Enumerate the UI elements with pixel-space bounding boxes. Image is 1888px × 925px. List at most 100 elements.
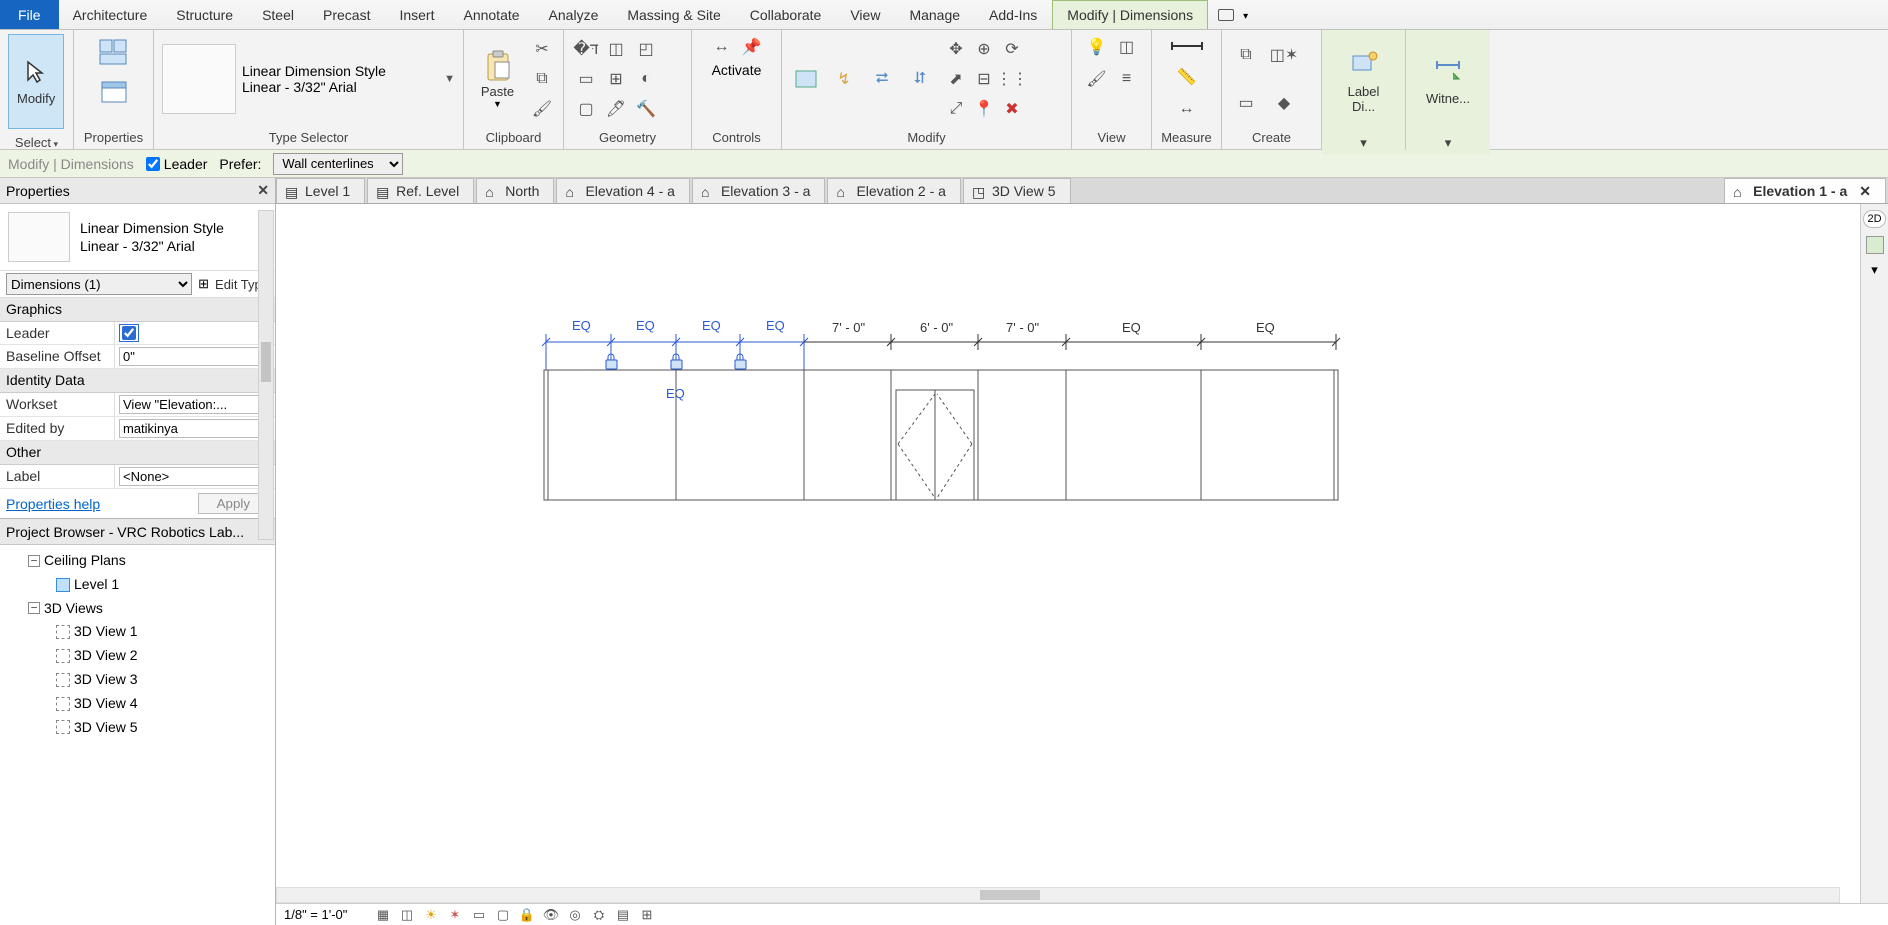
detail-level-icon[interactable]: ▦ — [374, 906, 392, 924]
lines-icon[interactable]: ≡ — [1114, 66, 1140, 92]
vtab-level1[interactable]: ▤Level 1 — [276, 178, 365, 203]
panel-labeldim-dd[interactable]: ▾ — [1360, 135, 1367, 150]
vtab-elev2[interactable]: ⌂Elevation 2 - a — [827, 178, 961, 203]
vtab-north[interactable]: ⌂North — [476, 178, 554, 203]
delete-icon[interactable]: ✖ — [998, 95, 1026, 123]
create-similar-icon[interactable]: ⧉ — [1230, 39, 1262, 71]
lock3d-icon[interactable]: 🔒 — [518, 906, 536, 924]
reveal-icon[interactable]: ◎ — [566, 906, 584, 924]
prop-baseline-input[interactable] — [119, 347, 271, 366]
nav-wheel-icon[interactable] — [1866, 236, 1884, 254]
properties-close[interactable]: ✕ — [257, 182, 269, 199]
bulb-icon[interactable]: 💡 — [1084, 34, 1110, 60]
temp-hide-icon[interactable]: 👁 — [542, 906, 560, 924]
properties-scrollbar[interactable] — [258, 210, 274, 540]
properties-help-link[interactable]: Properties help — [6, 496, 100, 512]
3dview3[interactable]: 3D View 3 — [74, 668, 138, 692]
box-icon[interactable] — [1218, 9, 1234, 21]
ceiling-collapse[interactable]: − — [28, 555, 40, 567]
split-face-icon[interactable]: ◐ — [632, 65, 660, 93]
copy-icon[interactable]: ⧉ — [529, 66, 555, 92]
match-icon[interactable]: 🖌 — [529, 96, 555, 122]
element-filter[interactable]: Dimensions (1) — [6, 273, 192, 295]
offset-icon[interactable]: ↯ — [828, 63, 860, 95]
vtab-elev4[interactable]: ⌂Elevation 4 - a — [556, 178, 690, 203]
tab-collaborate[interactable]: Collaborate — [736, 0, 837, 29]
rotate-icon[interactable]: ⟳ — [998, 35, 1026, 63]
align-icon[interactable] — [790, 63, 822, 95]
tab-structure[interactable]: Structure — [162, 0, 248, 29]
create-assembly-icon[interactable]: ▭ — [1230, 87, 1262, 119]
cube-icon[interactable]: ◫ — [1114, 34, 1140, 60]
prop-label-value[interactable] — [119, 467, 271, 486]
3dview4[interactable]: 3D View 4 — [74, 692, 138, 716]
type-selector-block[interactable]: Linear Dimension Style Linear - 3/32" Ar… — [0, 204, 275, 271]
cope-icon[interactable]: �דּ — [572, 35, 600, 63]
scale-icon[interactable]: ⤢ — [942, 95, 970, 123]
visual-style-icon[interactable]: ◫ — [398, 906, 416, 924]
type-properties-icon[interactable] — [94, 74, 134, 110]
panel-witness-dd[interactable]: ▾ — [1445, 135, 1452, 150]
tab-precast[interactable]: Precast — [309, 0, 385, 29]
3d-views-node[interactable]: 3D Views — [44, 597, 103, 621]
panel-select-label[interactable]: Select — [15, 135, 58, 150]
tab-architecture[interactable]: Architecture — [59, 0, 163, 29]
cut-geom-icon[interactable]: ◫ — [602, 35, 630, 63]
tab-view[interactable]: View — [836, 0, 895, 29]
prop-leader-checkbox[interactable] — [122, 326, 136, 340]
split-icon[interactable]: ⊟ — [970, 65, 998, 93]
vtab-elev1-active[interactable]: ⌂Elevation 1 - a✕ — [1724, 178, 1886, 203]
array-icon[interactable]: ⋮⋮ — [998, 65, 1026, 93]
3dview1[interactable]: 3D View 1 — [74, 620, 138, 644]
move-icon[interactable]: ✥ — [942, 35, 970, 63]
tab-steel[interactable]: Steel — [248, 0, 309, 29]
hammer-icon[interactable]: 🔨 — [632, 95, 660, 123]
prop-workset-value[interactable] — [119, 395, 271, 414]
trim-icon[interactable]: ⬈ — [942, 65, 970, 93]
tab-analyze[interactable]: Analyze — [535, 0, 614, 29]
create-group-icon[interactable]: ◫✶ — [1268, 39, 1300, 71]
ceiling-level1[interactable]: Level 1 — [74, 573, 119, 597]
vtab-reflevel[interactable]: ▤Ref. Level — [367, 178, 474, 203]
crop-icon[interactable]: ▭ — [470, 906, 488, 924]
view-scale[interactable]: 1/8" = 1'-0" — [284, 907, 364, 922]
activate-dim-icon[interactable]: ↔ — [709, 34, 735, 60]
dim-icon[interactable]: ↔ — [1169, 96, 1205, 122]
brush-icon[interactable]: 🖌 — [1084, 66, 1110, 92]
ruler-icon[interactable]: 📏 — [1169, 64, 1205, 90]
shadows-icon[interactable]: ✶ — [446, 906, 464, 924]
tab-manage[interactable]: Manage — [895, 0, 975, 29]
tab-insert[interactable]: Insert — [385, 0, 449, 29]
measure-icon[interactable] — [1169, 34, 1205, 58]
mirror-pick-icon[interactable]: ⮂ — [866, 63, 898, 95]
3dview5[interactable]: 3D View 5 — [74, 716, 138, 740]
project-browser[interactable]: −Ceiling Plans Level 1 −3D Views 3D View… — [0, 545, 275, 925]
type-dropdown[interactable]: ▼ — [444, 73, 455, 85]
join-icon[interactable]: ◰ — [632, 35, 660, 63]
3dview2[interactable]: 3D View 2 — [74, 644, 138, 668]
drawing-canvas[interactable]: 2D ▾ — [276, 204, 1888, 925]
vtab-close[interactable]: ✕ — [1859, 183, 1871, 200]
copy2-icon[interactable]: ⊕ — [970, 35, 998, 63]
paint-icon[interactable]: ▢ — [572, 95, 600, 123]
quick-dropdown[interactable] — [1240, 7, 1248, 22]
tab-massing-site[interactable]: Massing & Site — [613, 0, 735, 29]
cut-icon[interactable]: ✂ — [529, 36, 555, 62]
demolish-icon[interactable]: 🖊 — [602, 95, 630, 123]
label-dimension-button[interactable]: Label Di... — [1330, 34, 1397, 129]
wall-join-icon[interactable]: ▭ — [572, 65, 600, 93]
3dviews-collapse[interactable]: − — [28, 602, 40, 614]
file-menu[interactable]: File — [0, 0, 59, 29]
unpin-icon[interactable]: 📍 — [970, 95, 998, 123]
activate-button[interactable]: Activate — [712, 62, 762, 78]
vtab-3dview5[interactable]: ◳3D View 5 — [963, 178, 1071, 203]
prefer-select[interactable]: Wall centerlines — [273, 153, 403, 175]
pin-icon[interactable]: 📌 — [739, 34, 765, 60]
modify-tool[interactable]: Modify — [8, 34, 64, 129]
paste-button[interactable]: Paste ▼ — [472, 39, 523, 119]
nav-more-icon[interactable]: ▾ — [1871, 262, 1878, 278]
create-part-icon[interactable]: ◆ — [1268, 87, 1300, 119]
analytical-icon[interactable]: ⊞ — [638, 906, 656, 924]
show-hidden-icon[interactable]: ▤ — [614, 906, 632, 924]
worksharing-icon[interactable]: ⛭ — [590, 906, 608, 924]
